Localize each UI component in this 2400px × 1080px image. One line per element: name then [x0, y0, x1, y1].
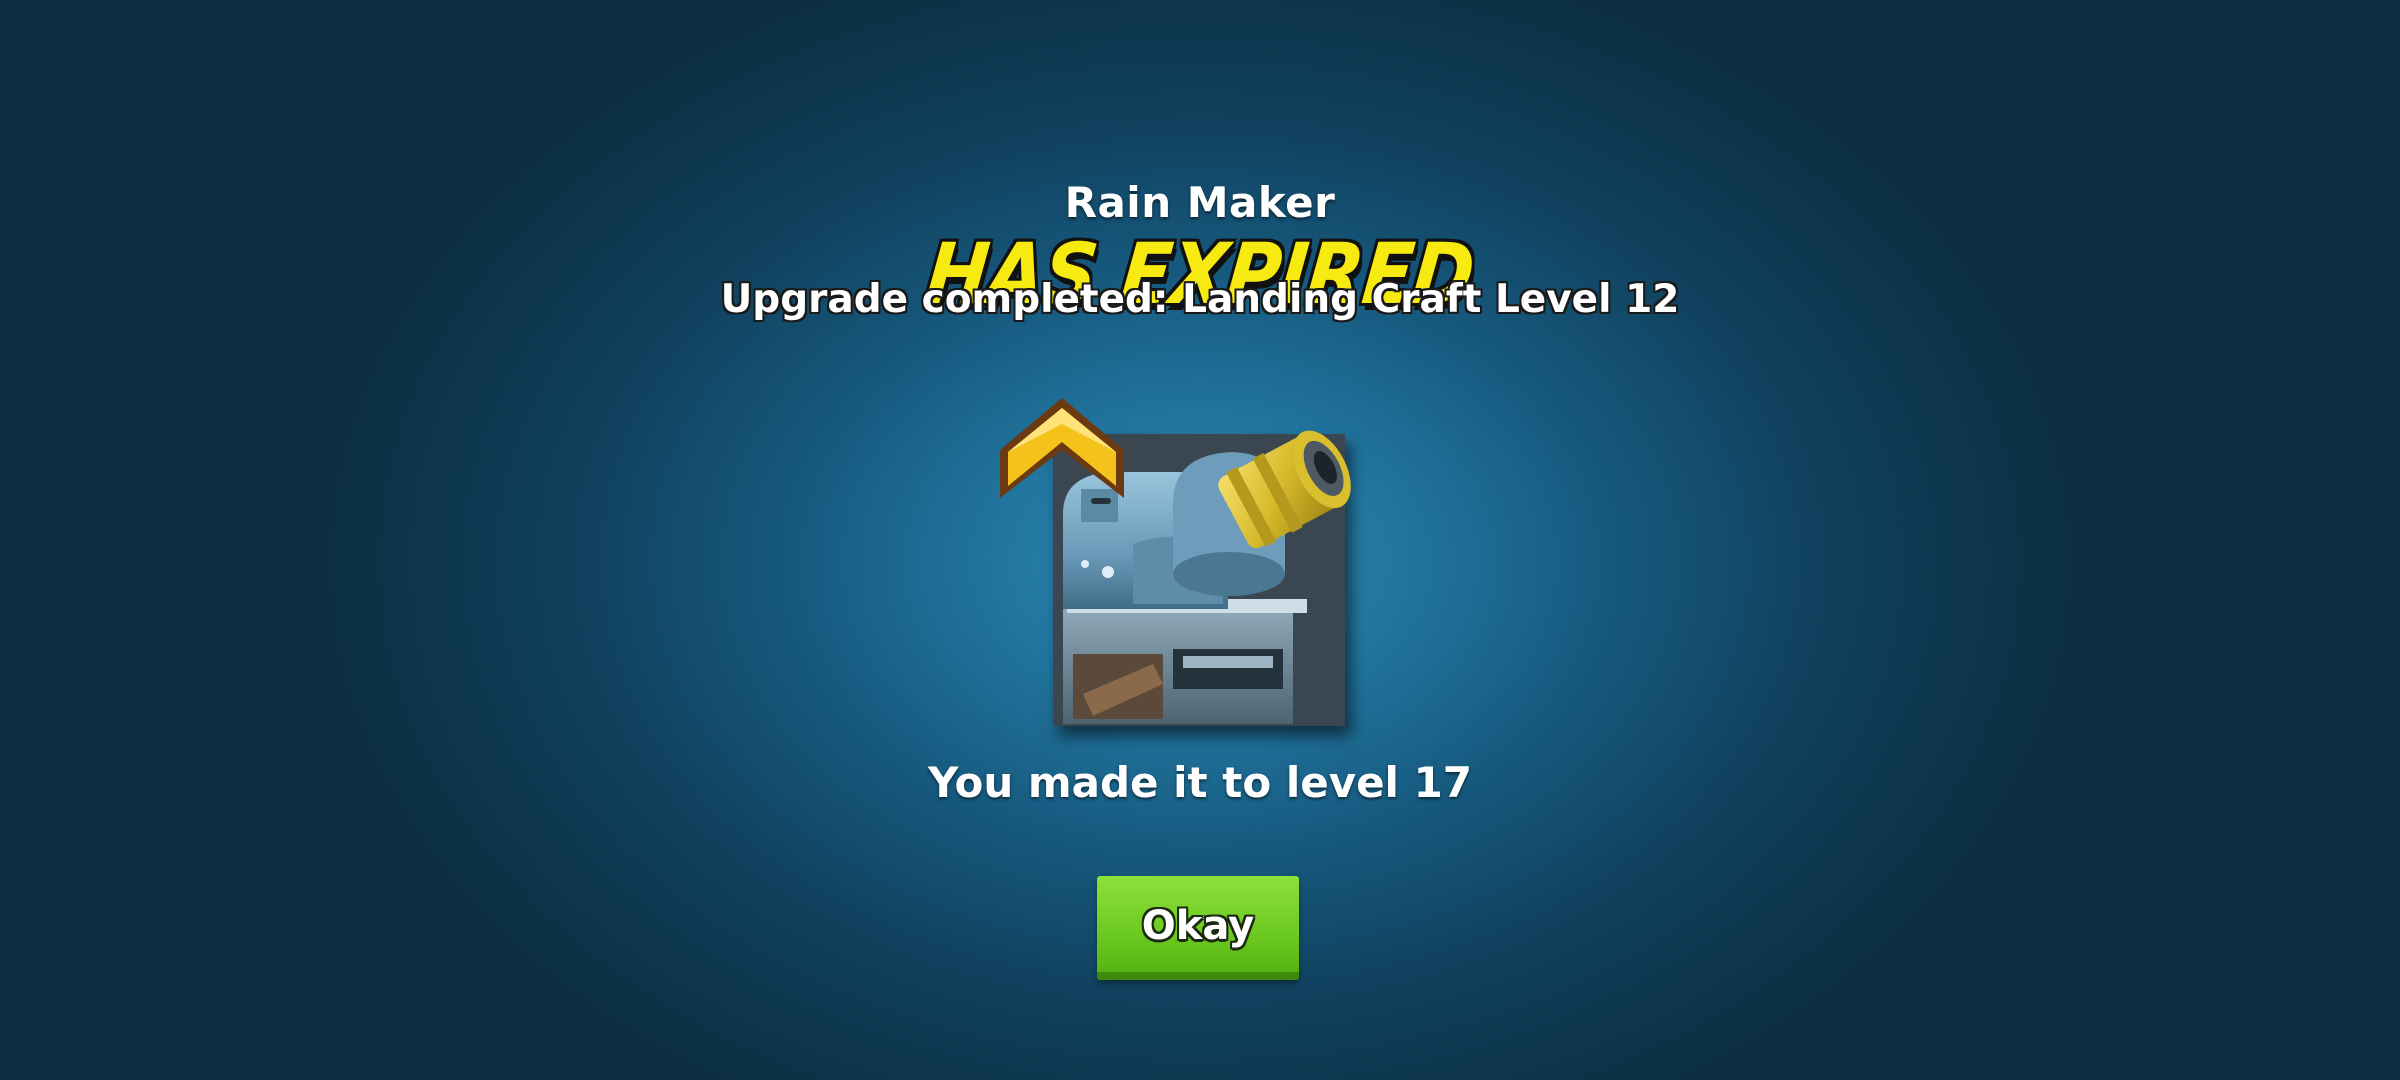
expired-popup-screen: Rain Maker HAS EXPIRED Upgrade completed… — [0, 0, 2400, 1080]
okay-button-label: Okay — [1141, 903, 1255, 949]
level-reached-message: You made it to level 17 — [927, 758, 1473, 807]
item-name-title: Rain Maker — [1064, 178, 1336, 227]
okay-button[interactable]: Okay — [1097, 876, 1299, 980]
upgrade-completed-message: Upgrade completed: Landing Craft Level 1… — [720, 277, 1680, 322]
gold-chevron-rank-icon — [1000, 398, 1124, 498]
